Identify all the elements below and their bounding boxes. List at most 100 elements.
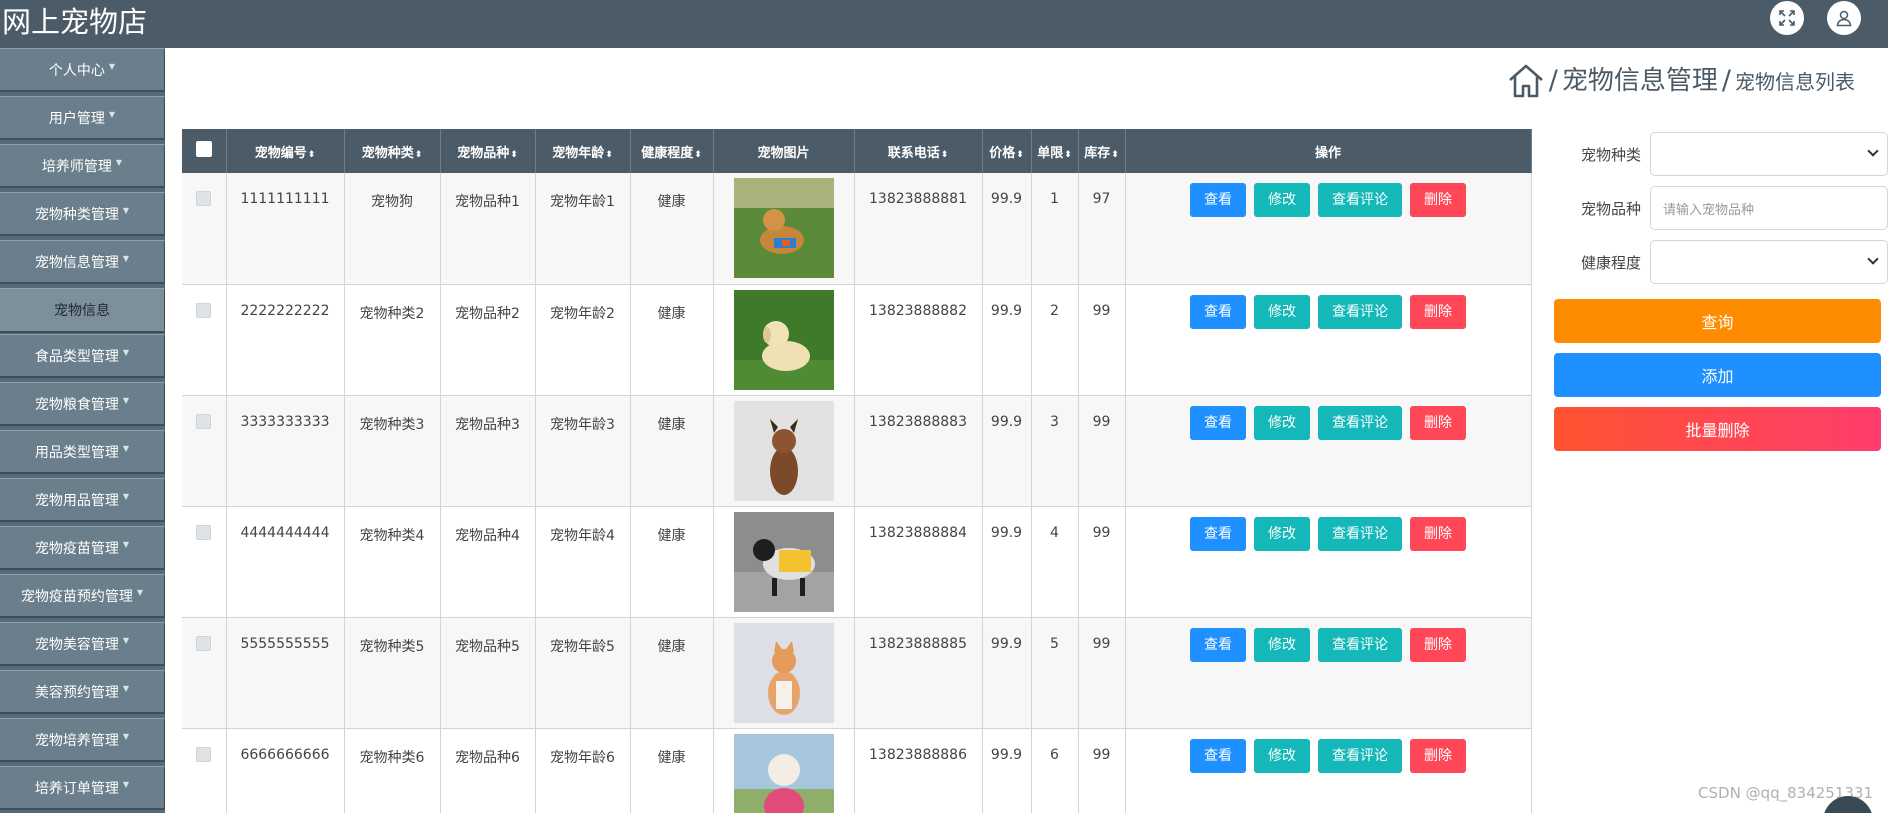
category-select[interactable] [1650, 132, 1888, 176]
sidebar-item-personal-center[interactable]: 个人中心 ▼ [0, 48, 165, 92]
pet-photo[interactable] [733, 622, 834, 723]
sidebar-item-trainer-management[interactable]: 培养师管理 ▼ [0, 144, 165, 188]
sidebar-item-training-management[interactable]: 宠物培养管理 ▼ [0, 718, 165, 762]
sidebar-item-vaccine-appointment-management[interactable]: 宠物疫苗预约管理 ▼ [0, 574, 165, 618]
view-button[interactable]: 查看 [1190, 627, 1246, 662]
delete-button[interactable]: 删除 [1410, 516, 1466, 551]
sort-icon[interactable]: ⬍ [510, 150, 518, 160]
sort-icon[interactable]: ⬍ [1064, 150, 1072, 160]
column-header-label: 宠物年龄 [552, 145, 605, 161]
sort-icon[interactable]: ⬍ [1016, 150, 1024, 160]
cell-limit: 3 [1031, 395, 1079, 507]
column-header-age[interactable]: 宠物年龄⬍ [535, 129, 631, 173]
view-comments-button[interactable]: 查看评论 [1318, 405, 1402, 440]
breadcrumb: / 宠物信息管理 / 宠物信息列表 [1507, 62, 1855, 100]
view-comments-button[interactable]: 查看评论 [1318, 294, 1402, 329]
view-button[interactable]: 查看 [1190, 294, 1246, 329]
breadcrumb-pet-info-management[interactable]: 宠物信息管理 [1562, 62, 1718, 100]
sidebar-item-supply-type-management[interactable]: 用品类型管理 ▼ [0, 430, 165, 474]
row-checkbox[interactable] [196, 302, 212, 318]
sort-icon[interactable]: ⬍ [605, 150, 613, 160]
sort-icon[interactable]: ⬍ [694, 150, 702, 160]
select-all-checkbox[interactable] [195, 141, 212, 157]
view-button[interactable]: 查看 [1190, 516, 1246, 551]
view-comments-button[interactable]: 查看评论 [1318, 183, 1402, 217]
home-icon[interactable] [1507, 62, 1545, 100]
sidebar-item-vaccine-management[interactable]: 宠物疫苗管理 ▼ [0, 526, 165, 570]
query-button[interactable]: 查询 [1554, 299, 1881, 343]
edit-button[interactable]: 修改 [1254, 405, 1310, 440]
sidebar-item-label: 用户管理 [48, 110, 105, 127]
sidebar-subitem-pet-info[interactable]: 宠物信息 [0, 288, 165, 333]
sort-icon[interactable]: ⬍ [1111, 150, 1119, 160]
view-button[interactable]: 查看 [1190, 738, 1246, 773]
edit-button[interactable]: 修改 [1254, 294, 1310, 329]
cell-age: 宠物年龄5 [535, 617, 631, 729]
sidebar-item-pet-supply-management[interactable]: 宠物用品管理 ▼ [0, 478, 165, 522]
cell-stock: 99 [1078, 617, 1126, 729]
pet-photo[interactable] [733, 178, 834, 278]
cell-operations: 查看 修改 查看评论 删除 [1125, 728, 1532, 813]
caret-down-icon: ▼ [122, 684, 130, 693]
delete-button[interactable]: 删除 [1410, 183, 1466, 217]
cell-breed: 宠物品种2 [440, 284, 536, 396]
pet-photo[interactable] [733, 733, 834, 813]
edit-button[interactable]: 修改 [1254, 183, 1310, 217]
batch-delete-button[interactable]: 批量删除 [1554, 407, 1881, 451]
sidebar-item-label: 培养师管理 [41, 158, 112, 175]
column-header-health[interactable]: 健康程度⬍ [630, 129, 714, 173]
sidebar-item-grooming-management[interactable]: 宠物美容管理 ▼ [0, 622, 165, 666]
view-comments-button[interactable]: 查看评论 [1318, 738, 1402, 773]
delete-button[interactable]: 删除 [1410, 405, 1466, 440]
sidebar-item-pet-category-management[interactable]: 宠物种类管理 ▼ [0, 192, 165, 236]
delete-button[interactable]: 删除 [1410, 738, 1466, 773]
column-header-id[interactable]: 宠物编号⬍ [226, 129, 345, 173]
breed-input[interactable]: 请输入宠物品种 [1650, 186, 1888, 230]
pet-photo[interactable] [733, 400, 834, 501]
cell-limit: 4 [1031, 506, 1079, 618]
health-select[interactable] [1650, 240, 1888, 284]
cell-health: 健康 [630, 284, 714, 396]
delete-button[interactable]: 删除 [1410, 294, 1466, 329]
sidebar-item-label: 食品类型管理 [34, 348, 119, 365]
edit-button[interactable]: 修改 [1254, 516, 1310, 551]
cell-age: 宠物年龄4 [535, 506, 631, 618]
row-checkbox[interactable] [196, 413, 212, 429]
column-header-category[interactable]: 宠物种类⬍ [344, 129, 441, 173]
view-button[interactable]: 查看 [1190, 405, 1246, 440]
edit-button[interactable]: 修改 [1254, 627, 1310, 662]
edit-button[interactable]: 修改 [1254, 738, 1310, 773]
row-checkbox[interactable] [196, 746, 212, 762]
sort-icon[interactable]: ⬍ [415, 150, 423, 160]
sort-icon[interactable]: ⬍ [941, 150, 949, 160]
column-header-limit[interactable]: 单限⬍ [1031, 129, 1079, 173]
column-header-breed[interactable]: 宠物品种⬍ [440, 129, 536, 173]
sort-icon[interactable]: ⬍ [308, 150, 316, 160]
delete-button[interactable]: 删除 [1410, 627, 1466, 662]
view-comments-button[interactable]: 查看评论 [1318, 627, 1402, 662]
sidebar-item-pet-info-management[interactable]: 宠物信息管理 ▼ [0, 240, 165, 284]
cell-breed: 宠物品种3 [440, 395, 536, 507]
sidebar-item-food-type-management[interactable]: 食品类型管理 ▼ [0, 334, 165, 378]
fullscreen-button[interactable] [1770, 1, 1804, 35]
view-comments-button[interactable]: 查看评论 [1318, 516, 1402, 551]
cell-limit: 5 [1031, 617, 1079, 729]
row-checkbox[interactable] [196, 635, 212, 651]
column-header-stock[interactable]: 库存⬍ [1078, 129, 1126, 173]
sidebar-item-grooming-appointment-management[interactable]: 美容预约管理 ▼ [0, 670, 165, 714]
sidebar-item-training-order-management[interactable]: 培养订单管理 ▼ [0, 766, 165, 810]
view-button[interactable]: 查看 [1190, 183, 1246, 217]
pet-photo[interactable] [733, 289, 834, 390]
caret-down-icon: ▼ [122, 732, 130, 741]
user-button[interactable] [1827, 1, 1861, 35]
cell-image [713, 506, 855, 618]
row-checkbox[interactable] [196, 524, 212, 540]
sidebar-item-pet-food-management[interactable]: 宠物粮食管理 ▼ [0, 382, 165, 426]
pet-photo[interactable] [733, 511, 834, 612]
column-header-price[interactable]: 价格⬍ [982, 129, 1032, 173]
column-header-phone[interactable]: 联系电话⬍ [854, 129, 983, 173]
sidebar-item-user-management[interactable]: 用户管理 ▼ [0, 96, 165, 140]
row-checkbox[interactable] [196, 191, 212, 206]
cell-stock: 99 [1078, 506, 1126, 618]
add-button[interactable]: 添加 [1554, 353, 1881, 397]
